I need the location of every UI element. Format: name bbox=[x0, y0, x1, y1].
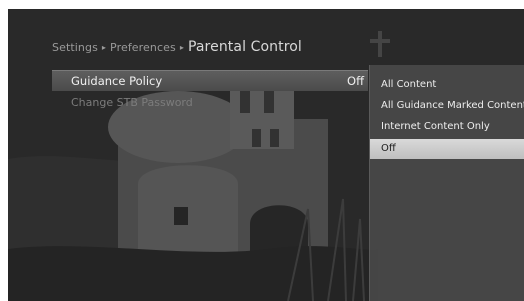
option-off[interactable]: Off bbox=[370, 139, 524, 159]
menu-item-label: Guidance Policy bbox=[71, 74, 163, 88]
option-label: Off bbox=[381, 143, 396, 154]
breadcrumb-item-settings: Settings bbox=[52, 41, 98, 54]
menu-item-value: Off bbox=[347, 74, 364, 88]
breadcrumb-separator: ▸ bbox=[101, 43, 107, 52]
option-label: All Guidance Marked Content bbox=[381, 100, 524, 111]
option-all-content[interactable]: All Content bbox=[370, 75, 524, 95]
breadcrumb-separator: ▸ bbox=[179, 43, 184, 52]
menu-item-guidance-policy[interactable]: Guidance Policy Off bbox=[52, 70, 368, 91]
menu-item-change-stb-password: Change STB Password bbox=[52, 93, 368, 113]
option-label: All Content bbox=[381, 79, 437, 90]
breadcrumb: Settings ▸ Preferences ▸ Parental Control bbox=[52, 39, 302, 55]
option-internet-content-only[interactable]: Internet Content Only bbox=[370, 117, 524, 137]
option-label: Internet Content Only bbox=[381, 121, 490, 132]
breadcrumb-item-preferences: Preferences bbox=[110, 41, 176, 54]
page-title: Parental Control bbox=[187, 39, 302, 55]
tv-screen: Settings ▸ Preferences ▸ Parental Control Gu… bbox=[8, 9, 524, 301]
menu-item-label: Change STB Password bbox=[71, 96, 193, 109]
guidance-policy-options-panel: All Content All Guidance Marked Content … bbox=[369, 65, 524, 301]
option-all-guidance-marked-content[interactable]: All Guidance Marked Content bbox=[370, 96, 524, 116]
